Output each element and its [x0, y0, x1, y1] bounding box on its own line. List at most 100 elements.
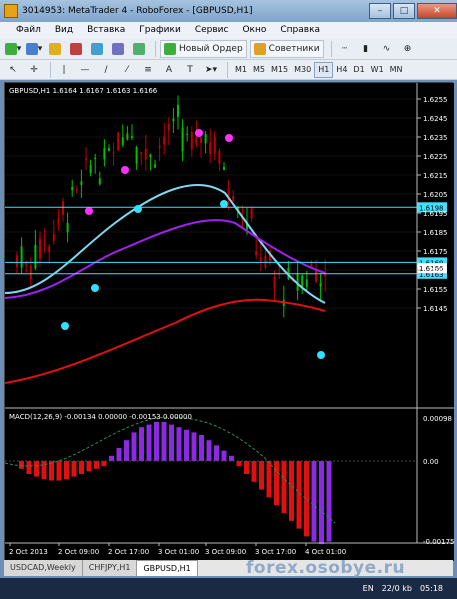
minimize-button[interactable]: – — [369, 3, 391, 19]
macd-bar — [259, 461, 264, 490]
timeframe-mn[interactable]: MN — [387, 62, 406, 78]
menu-help[interactable]: Справка — [280, 25, 320, 35]
candle-body — [149, 154, 152, 158]
text-button[interactable]: A — [160, 61, 178, 79]
traffic-indicator: 22/0 kb — [381, 584, 412, 593]
tab-usdcad[interactable]: USDCAD,Weekly — [4, 560, 83, 576]
bar-chart-button[interactable]: ┄ — [336, 40, 354, 58]
price-tick-label: 1.6165 — [423, 267, 448, 275]
expert-advisors-button[interactable]: Советники — [249, 39, 324, 58]
sell-signal-dot — [85, 207, 93, 215]
candle-body — [154, 164, 156, 168]
title-bar: 3014953: MetaTrader 4 - RoboForex - [GBP… — [0, 0, 457, 22]
app-icon — [4, 4, 18, 18]
candle-body — [172, 118, 175, 121]
zoom-in-button[interactable]: ⊕ — [399, 40, 417, 58]
close-button[interactable]: ✕ — [417, 3, 457, 19]
label-button[interactable]: T — [181, 61, 199, 79]
line-chart-button[interactable]: ∿ — [378, 40, 396, 58]
candle-body — [103, 148, 106, 160]
menu-charts[interactable]: Графики — [139, 25, 181, 35]
candle-body — [48, 246, 51, 253]
macd-bar — [311, 461, 317, 542]
candle-body — [250, 208, 253, 219]
terminal-button[interactable] — [109, 40, 127, 58]
cursor-button[interactable]: ↖ — [4, 61, 22, 79]
clock: 05:18 — [419, 584, 443, 593]
chart-header: GBPUSD,H1 1.6164 1.6167 1.6163 1.6166 — [9, 87, 158, 95]
timeframe-m30[interactable]: M30 — [291, 62, 314, 78]
timeframe-m5[interactable]: M5 — [250, 62, 268, 78]
tab-chfjpy[interactable]: CHFJPY,H1 — [82, 560, 138, 576]
candle-body — [186, 133, 189, 135]
crosshair-button[interactable]: ✛ — [25, 61, 43, 79]
macd-bar — [146, 424, 152, 461]
candle-body — [227, 188, 230, 196]
fibonacci-button[interactable]: ≡ — [139, 61, 157, 79]
candle-body — [117, 132, 120, 151]
maximize-button[interactable]: □ — [393, 3, 415, 19]
timeframe-w1[interactable]: W1 — [368, 62, 387, 78]
macd-bar — [176, 427, 182, 461]
macd-bar — [19, 461, 24, 469]
candle-body — [43, 243, 46, 247]
candle-body — [62, 201, 64, 215]
candle-body — [209, 142, 212, 154]
candle-body — [135, 147, 138, 164]
macd-bar — [56, 461, 62, 481]
timeframe-h1[interactable]: H1 — [314, 61, 334, 78]
horizontal-line-button[interactable]: — — [76, 61, 94, 79]
macd-tick-label: 0.00 — [423, 458, 439, 466]
menu-file[interactable]: Файл — [16, 25, 41, 35]
expert-advisors-label: Советники — [268, 43, 320, 54]
chart-window[interactable]: 1.61981.61691.61631.6166 GBPUSD,H1 1.616… — [4, 82, 454, 561]
profiles-icon — [25, 42, 38, 55]
candle-chart-button[interactable]: ▮ — [357, 40, 375, 58]
new-order-label: Новый Ордер — [179, 43, 243, 54]
trendline-button[interactable]: ∕ — [97, 61, 115, 79]
menu-insert[interactable]: Вставка — [87, 25, 125, 35]
candle-body — [39, 238, 41, 259]
macd-bar — [41, 461, 47, 480]
data-window-button[interactable] — [67, 40, 85, 58]
candle-body — [181, 127, 184, 152]
vertical-line-button[interactable]: | — [55, 61, 73, 79]
menu-view[interactable]: Вид — [55, 25, 73, 35]
macd-bar — [109, 455, 114, 461]
price-tick-label: 1.6185 — [423, 229, 448, 237]
arrows-button[interactable]: ➤▾ — [202, 61, 220, 79]
time-tick-label: 4 Oct 01:00 — [305, 548, 346, 556]
market-watch-button[interactable] — [46, 40, 64, 58]
candle-body — [158, 145, 161, 148]
timeframe-m1[interactable]: M1 — [232, 62, 250, 78]
macd-bar — [296, 461, 302, 529]
drawing-toolbar: ↖ ✛ | — ∕ ⁄ ≡ A T ➤▾ M1 M5 M15 M30 H1 H4… — [0, 60, 457, 80]
macd-header: MACD(12,26,9) -0.00134 0.00000 -0.00153 … — [9, 413, 192, 421]
time-tick-label: 2 Oct 2013 — [9, 548, 48, 556]
price-chart[interactable]: 1.61981.61691.61631.6166 GBPUSD,H1 1.616… — [4, 83, 454, 561]
macd-bar — [161, 422, 167, 461]
macd-bar — [281, 461, 287, 513]
navigator-button[interactable] — [88, 40, 106, 58]
price-tick-label: 1.6255 — [423, 96, 448, 104]
timeframe-h4[interactable]: H4 — [333, 62, 350, 78]
new-chart-button[interactable]: ▾ — [4, 40, 22, 58]
timeframe-d1[interactable]: D1 — [350, 62, 367, 78]
menu-tools[interactable]: Сервис — [195, 25, 229, 35]
tab-gbpusd[interactable]: GBPUSD,H1 — [137, 560, 198, 576]
macd-bar — [266, 461, 272, 498]
tester-button[interactable] — [130, 40, 148, 58]
candle-body — [131, 136, 133, 138]
expert-advisors-icon — [253, 42, 266, 55]
menu-window[interactable]: Окно — [242, 25, 266, 35]
timeframe-m15[interactable]: M15 — [268, 62, 291, 78]
candle-body — [144, 148, 147, 160]
channel-button[interactable]: ⁄ — [118, 61, 136, 79]
candle-body — [223, 167, 225, 170]
new-order-button[interactable]: Новый Ордер — [160, 39, 247, 58]
profiles-button[interactable]: ▾ — [25, 40, 43, 58]
macd-bar — [116, 448, 122, 461]
candle-body — [112, 152, 115, 154]
macd-bar — [94, 461, 99, 469]
price-tick-label: 1.6215 — [423, 172, 448, 180]
